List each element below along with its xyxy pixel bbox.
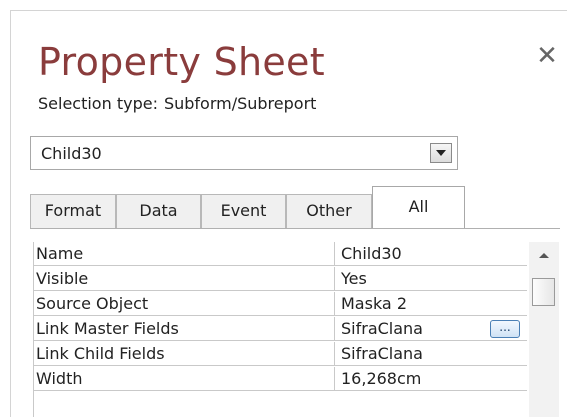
selection-type-value: Subform/Subreport (163, 94, 317, 113)
panel-left-border (10, 10, 11, 417)
property-name: Link Child Fields (33, 342, 335, 366)
tab-other[interactable]: Other (286, 194, 372, 228)
property-name: Visible (33, 267, 335, 291)
vertical-scrollbar[interactable] (529, 242, 559, 417)
page-title: Property Sheet (38, 40, 325, 84)
dropdown-button[interactable] (430, 143, 452, 163)
property-row[interactable]: Link Child Fields SifraClana (33, 342, 527, 366)
property-name: Link Master Fields (33, 317, 335, 341)
property-name: Source Object (33, 292, 335, 316)
scroll-up-icon[interactable] (539, 253, 549, 258)
property-value[interactable]: Maska 2 (338, 292, 527, 316)
tab-format[interactable]: Format (30, 194, 116, 228)
tab-event[interactable]: Event (201, 194, 286, 228)
property-row[interactable]: Link Master Fields SifraClana ... (33, 317, 527, 341)
tab-data[interactable]: Data (116, 194, 201, 228)
selection-type: Selection type: Subform/Subreport (38, 94, 316, 113)
property-name: Width (33, 367, 335, 391)
builder-button[interactable]: ... (490, 320, 520, 338)
selection-type-label: Selection type: (38, 94, 158, 113)
property-row[interactable]: Width 16,268cm (33, 367, 527, 391)
property-value[interactable]: Child30 (338, 242, 527, 266)
scrollbar-thumb[interactable] (532, 278, 555, 306)
property-row[interactable]: Name Child30 (33, 242, 527, 266)
tab-divider (30, 228, 560, 229)
property-row[interactable]: Source Object Maska 2 (33, 292, 527, 316)
property-value[interactable]: SifraClana (338, 342, 527, 366)
object-selector-value: Child30 (41, 144, 102, 163)
property-tabs: Format Data Event Other All (30, 186, 470, 229)
property-row[interactable]: Visible Yes (33, 267, 527, 291)
tab-all[interactable]: All (372, 186, 465, 229)
panel-top-border (10, 10, 567, 11)
object-selector-dropdown[interactable]: Child30 (30, 136, 458, 170)
property-value[interactable]: 16,268cm (338, 367, 527, 391)
property-name: Name (33, 242, 335, 266)
property-grid: Name Child30 Visible Yes Source Object M… (33, 242, 527, 417)
chevron-down-icon (436, 150, 446, 156)
property-value[interactable]: Yes (338, 267, 527, 291)
close-icon[interactable]: ✕ (535, 43, 559, 69)
